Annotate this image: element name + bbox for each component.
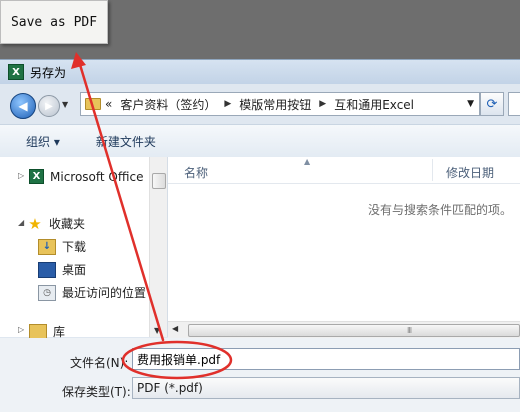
command-toolbar: 组织 ▾ 新建文件夹 [0, 124, 520, 158]
expand-arrow-icon[interactable]: ▷ [18, 325, 24, 334]
expand-arrow-icon[interactable]: ▷ [18, 171, 24, 180]
chevron-right-icon[interactable]: ▶ [319, 99, 326, 109]
filename-label: 文件名(N): [70, 356, 129, 370]
refresh-icon[interactable]: ⟳ [480, 92, 504, 116]
empty-state-message: 没有与搜索条件匹配的项。 [368, 203, 513, 217]
sidebar-item-label: Microsoft Office [50, 169, 144, 184]
excel-icon: X [29, 169, 44, 184]
breadcrumb-item[interactable]: 模版常用按钮 [239, 96, 311, 113]
scroll-thumb[interactable] [152, 173, 166, 189]
download-folder-icon: ↓ [38, 238, 56, 255]
breadcrumb-item[interactable]: 客户资料（签约） [120, 96, 216, 113]
organize-button[interactable]: 组织 ▾ [26, 133, 60, 150]
address-bar: ◀ ▶ ▼ « 客户资料（签约） ▶ 模版常用按钮 ▶ 互和通用Excel ▼ … [0, 86, 520, 120]
breadcrumb-item[interactable]: 互和通用Excel [334, 96, 414, 113]
dialog-titlebar: X 另存为 [0, 60, 520, 84]
filename-input[interactable] [132, 348, 520, 370]
column-header-row: 名称 ▲ 修改日期 [168, 157, 520, 184]
sidebar-scrollbar[interactable]: ▼ [149, 157, 167, 337]
excel-app-icon: X [8, 64, 24, 80]
forward-arrow-icon[interactable]: ▶ [38, 95, 60, 117]
column-header-date[interactable]: 修改日期 [446, 164, 494, 181]
sidebar-item-microsoft-office[interactable]: ▷ X Microsoft Office [0, 169, 143, 184]
sidebar-item-desktop[interactable]: 桌面 [38, 261, 86, 278]
sidebar-item-label: 桌面 [62, 263, 87, 277]
grip-icon: III [407, 326, 412, 335]
breadcrumb[interactable]: « 客户资料（签约） ▶ 模版常用按钮 ▶ 互和通用Excel ▼ [80, 92, 480, 116]
filetype-select[interactable]: PDF (*.pdf) [132, 377, 520, 399]
sidebar-item-label: 下载 [62, 240, 87, 254]
dialog-title: 另存为 [30, 65, 67, 80]
sidebar-item-downloads[interactable]: ↓ 下载 [38, 238, 86, 255]
search-box[interactable] [508, 92, 520, 116]
desktop-icon [38, 261, 56, 278]
file-list: 名称 ▲ 修改日期 没有与搜索条件匹配的项。 [168, 157, 520, 337]
scroll-left-arrow-icon[interactable]: ◀ [172, 324, 178, 333]
sort-ascending-icon: ▲ [304, 157, 311, 166]
folder-icon [85, 98, 101, 110]
collapse-arrow-icon[interactable]: ◢ [18, 218, 24, 227]
column-header-name[interactable]: 名称 [184, 164, 208, 181]
save-as-dialog: X 另存为 ◀ ▶ ▼ « 客户资料（签约） ▶ 模版常用按钮 ▶ 互和通用Ex… [0, 59, 520, 412]
breadcrumb-overflow[interactable]: « [105, 97, 112, 111]
sidebar-item-recent-places[interactable]: ◷ 最近访问的位置 [38, 284, 146, 301]
sidebar-item-favorites[interactable]: ◢ ★ 收藏夹 [0, 214, 86, 233]
scroll-down-arrow-icon[interactable]: ▼ [154, 326, 160, 335]
chevron-right-icon[interactable]: ▶ [224, 99, 231, 109]
save-as-pdf-tooltip: Save as PDF [0, 0, 108, 44]
scroll-thumb[interactable]: III [188, 324, 520, 337]
tooltip-text: Save as PDF [10, 14, 98, 30]
new-folder-button[interactable]: 新建文件夹 [96, 133, 156, 150]
history-dropdown-icon[interactable]: ▼ [62, 100, 68, 109]
chevron-down-icon[interactable]: ▼ [467, 99, 474, 109]
save-form: 文件名(N): 保存类型(T): PDF (*.pdf) [0, 338, 520, 412]
recent-places-icon: ◷ [38, 284, 56, 301]
back-arrow-icon[interactable]: ◀ [10, 93, 36, 119]
column-divider[interactable] [432, 159, 433, 181]
horizontal-scrollbar[interactable]: ◀ III [168, 321, 520, 338]
sidebar-item-label: 收藏夹 [49, 217, 86, 231]
star-icon: ★ [28, 214, 42, 233]
navigation-pane: ▷ X Microsoft Office ◢ ★ 收藏夹 ↓ 下载 桌面 ◷ 最… [0, 157, 168, 340]
filetype-value: PDF (*.pdf) [137, 381, 203, 395]
sidebar-item-label: 最近访问的位置 [62, 286, 147, 300]
filetype-label: 保存类型(T): [62, 385, 131, 399]
